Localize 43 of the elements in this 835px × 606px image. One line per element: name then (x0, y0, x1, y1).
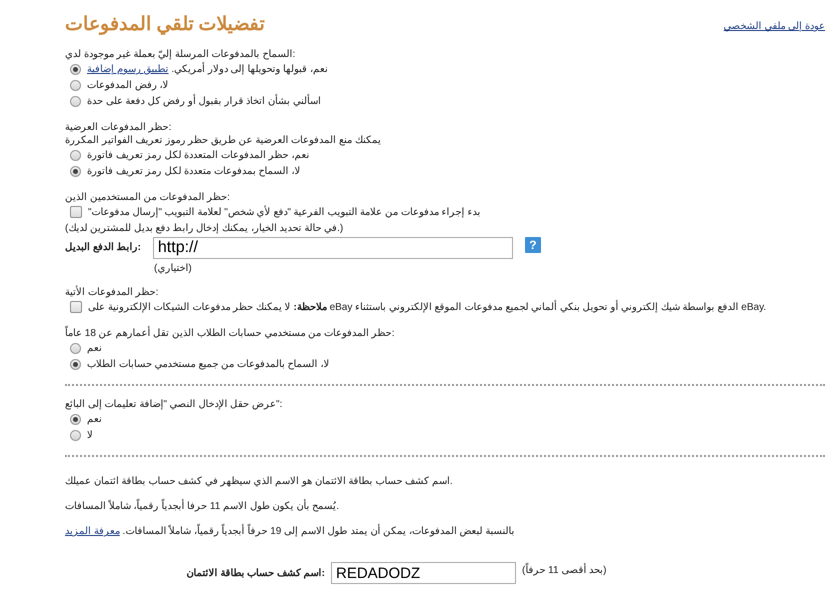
section-label: حظر المدفوعات العرضية: (65, 121, 172, 134)
radio-button[interactable] (70, 342, 81, 354)
radio-button[interactable] (70, 166, 81, 176)
hint-text: (في حالة تحديد الخيار، يمكنك إدخال رابط دفع بديل للمشترين لديك.) (65, 222, 344, 235)
optional-note: (اختياري) (154, 262, 193, 274)
radio-button[interactable] (70, 96, 81, 106)
section-label: السماح بالمدفوعات المرسلة إليّ بعملة غير موجودة لدي: (65, 48, 296, 61)
checkbox[interactable] (70, 301, 82, 313)
option-label: "بدء إجراء مدفوعات من علامة التبويب الفرعية "دفع لأي شخص" لعلامة التبويب "إرسال مدفوعات (88, 206, 480, 218)
field-label: رابط الدفع البديل: (65, 241, 141, 253)
option-label: نعم، حظر المدفوعات المتعددة لكل رمز تعريف فاتورة (87, 149, 310, 161)
radio-button[interactable] (70, 430, 81, 440)
info-paragraph: بالنسبة لبعض المدفوعات، يمكن أن يمتد طول الاسم إلى 19 حرفاً أبجدياً رقمياً، شاملاً المسافات. معرفة المزيد (65, 525, 825, 538)
option-label: لا، السماح بالمدفوعات من جميع مستخدمي حسابات الطلاب (87, 358, 330, 370)
radio-button[interactable] (70, 150, 81, 160)
radio-button[interactable] (70, 64, 81, 74)
radio-button[interactable] (70, 414, 81, 424)
option-label: لا (87, 429, 93, 441)
url-field[interactable]: http:// (152, 237, 513, 259)
option-label: لا، السماح بمدفوعات متعددة لكل رمز تعريف فاتورة (87, 165, 300, 177)
learn-more-link[interactable]: معرفة المزيد (65, 526, 120, 537)
section-label: عرض حقل الإدخال النصي "إضافة تعليمات إلى البائع": (65, 398, 284, 411)
option-label: اسألني بشأن اتخاذ قرار بقبول أو رفض كل دفعة على حدة (87, 95, 321, 107)
page-title: تفضيلات تلقي المدفوعات (65, 13, 265, 36)
section-label: حظر المدفوعات من مستخدمي حسابات الطلاب الذين تقل أعمارهم عن 18 عاماً: (65, 327, 825, 340)
fees-link[interactable]: تطبيق رسوم إضافية (87, 64, 169, 75)
checkbox[interactable] (70, 206, 82, 218)
option-label: لا، رفض المدفوعات (87, 79, 169, 91)
section-label: حظر المدفوعات الأتية: (65, 286, 160, 299)
info-paragraph: يُسمح بأن يكون طول الاسم 11 حرفا أبجدياً رقمياً، شاملاً المسافات. (65, 500, 825, 513)
back-link[interactable]: عودة إلى ملفي الشخصي (724, 20, 825, 32)
radio-button[interactable] (70, 358, 81, 370)
max-length-note: (بحد أقصى 11 حرفاً) (522, 562, 606, 576)
option-label: ملاحظة: لا يمكنك حظر مدفوعات الشيكات الإلكترونية على eBay الدفع بواسطة شيك إلكتروني أو تحويل بنكي ألماني لجميع مدفوعات الموقع الإلكتروني باستثناء eBay. (88, 301, 766, 313)
option-label: نعم، قبولها وتحويلها إلى دولار أمريكي. تطبيق رسوم إضافية (87, 63, 328, 75)
statement-name-field[interactable]: REDADODZ (331, 562, 516, 584)
section-label: حظر المدفوعات من المستخدمين الذين: (65, 191, 231, 204)
radio-button[interactable] (70, 80, 81, 90)
field-label: اسم كشف حساب بطاقة الائتمان: (186, 567, 325, 579)
option-label: نعم (87, 413, 102, 425)
info-paragraph: اسم كشف حساب بطاقة الائتمان هو الاسم الذي سيظهر في كشف حساب بطاقة ائتمان عميلك. (65, 475, 454, 488)
option-label: نعم (87, 342, 102, 354)
section-description: يمكنك منع المدفوعات العرضية عن طريق حظر رموز تعريف الفواتير المكررة (65, 134, 382, 147)
